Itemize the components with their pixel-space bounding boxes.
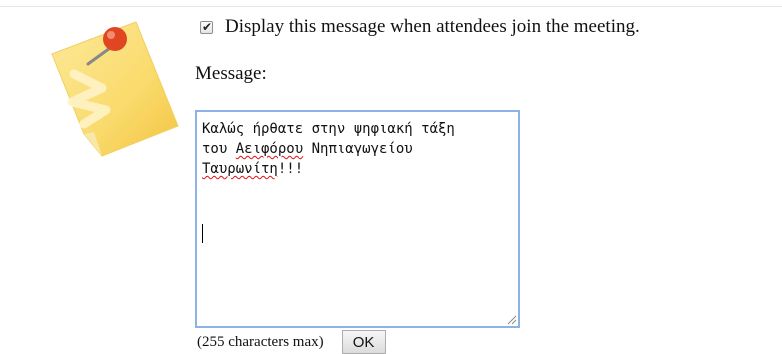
top-divider xyxy=(0,6,782,7)
spellcheck-word: Ταυρωνίτη xyxy=(202,161,278,177)
message-label: Message: xyxy=(195,63,267,84)
message-text-segment: του xyxy=(202,141,236,157)
spellcheck-word: Αειφόρου xyxy=(235,141,304,157)
ok-button[interactable]: OK xyxy=(341,330,386,354)
message-textarea[interactable]: Καλώς ήρθατε στην ψηφιακή τάξη του Αειφό… xyxy=(195,110,520,328)
resize-grip-icon[interactable] xyxy=(505,313,517,325)
display-on-join-label: Display this message when attendees join… xyxy=(225,16,640,37)
text-caret xyxy=(202,224,203,243)
message-text-segment: Νηπιαγωγείου xyxy=(303,141,413,157)
message-footer: (255 characters max) OK xyxy=(197,330,386,354)
message-text-segment: !!! xyxy=(277,161,304,177)
checkmark-icon: ✔ xyxy=(202,19,213,34)
pinned-note-icon xyxy=(51,21,179,157)
message-line-1: Καλώς ήρθατε στην ψηφιακή τάξη xyxy=(202,121,455,137)
display-on-join-option[interactable]: ✔ Display this message when attendees jo… xyxy=(200,15,640,39)
char-limit-note: (255 characters max) xyxy=(197,333,324,350)
display-on-join-checkbox[interactable]: ✔ xyxy=(200,19,213,34)
